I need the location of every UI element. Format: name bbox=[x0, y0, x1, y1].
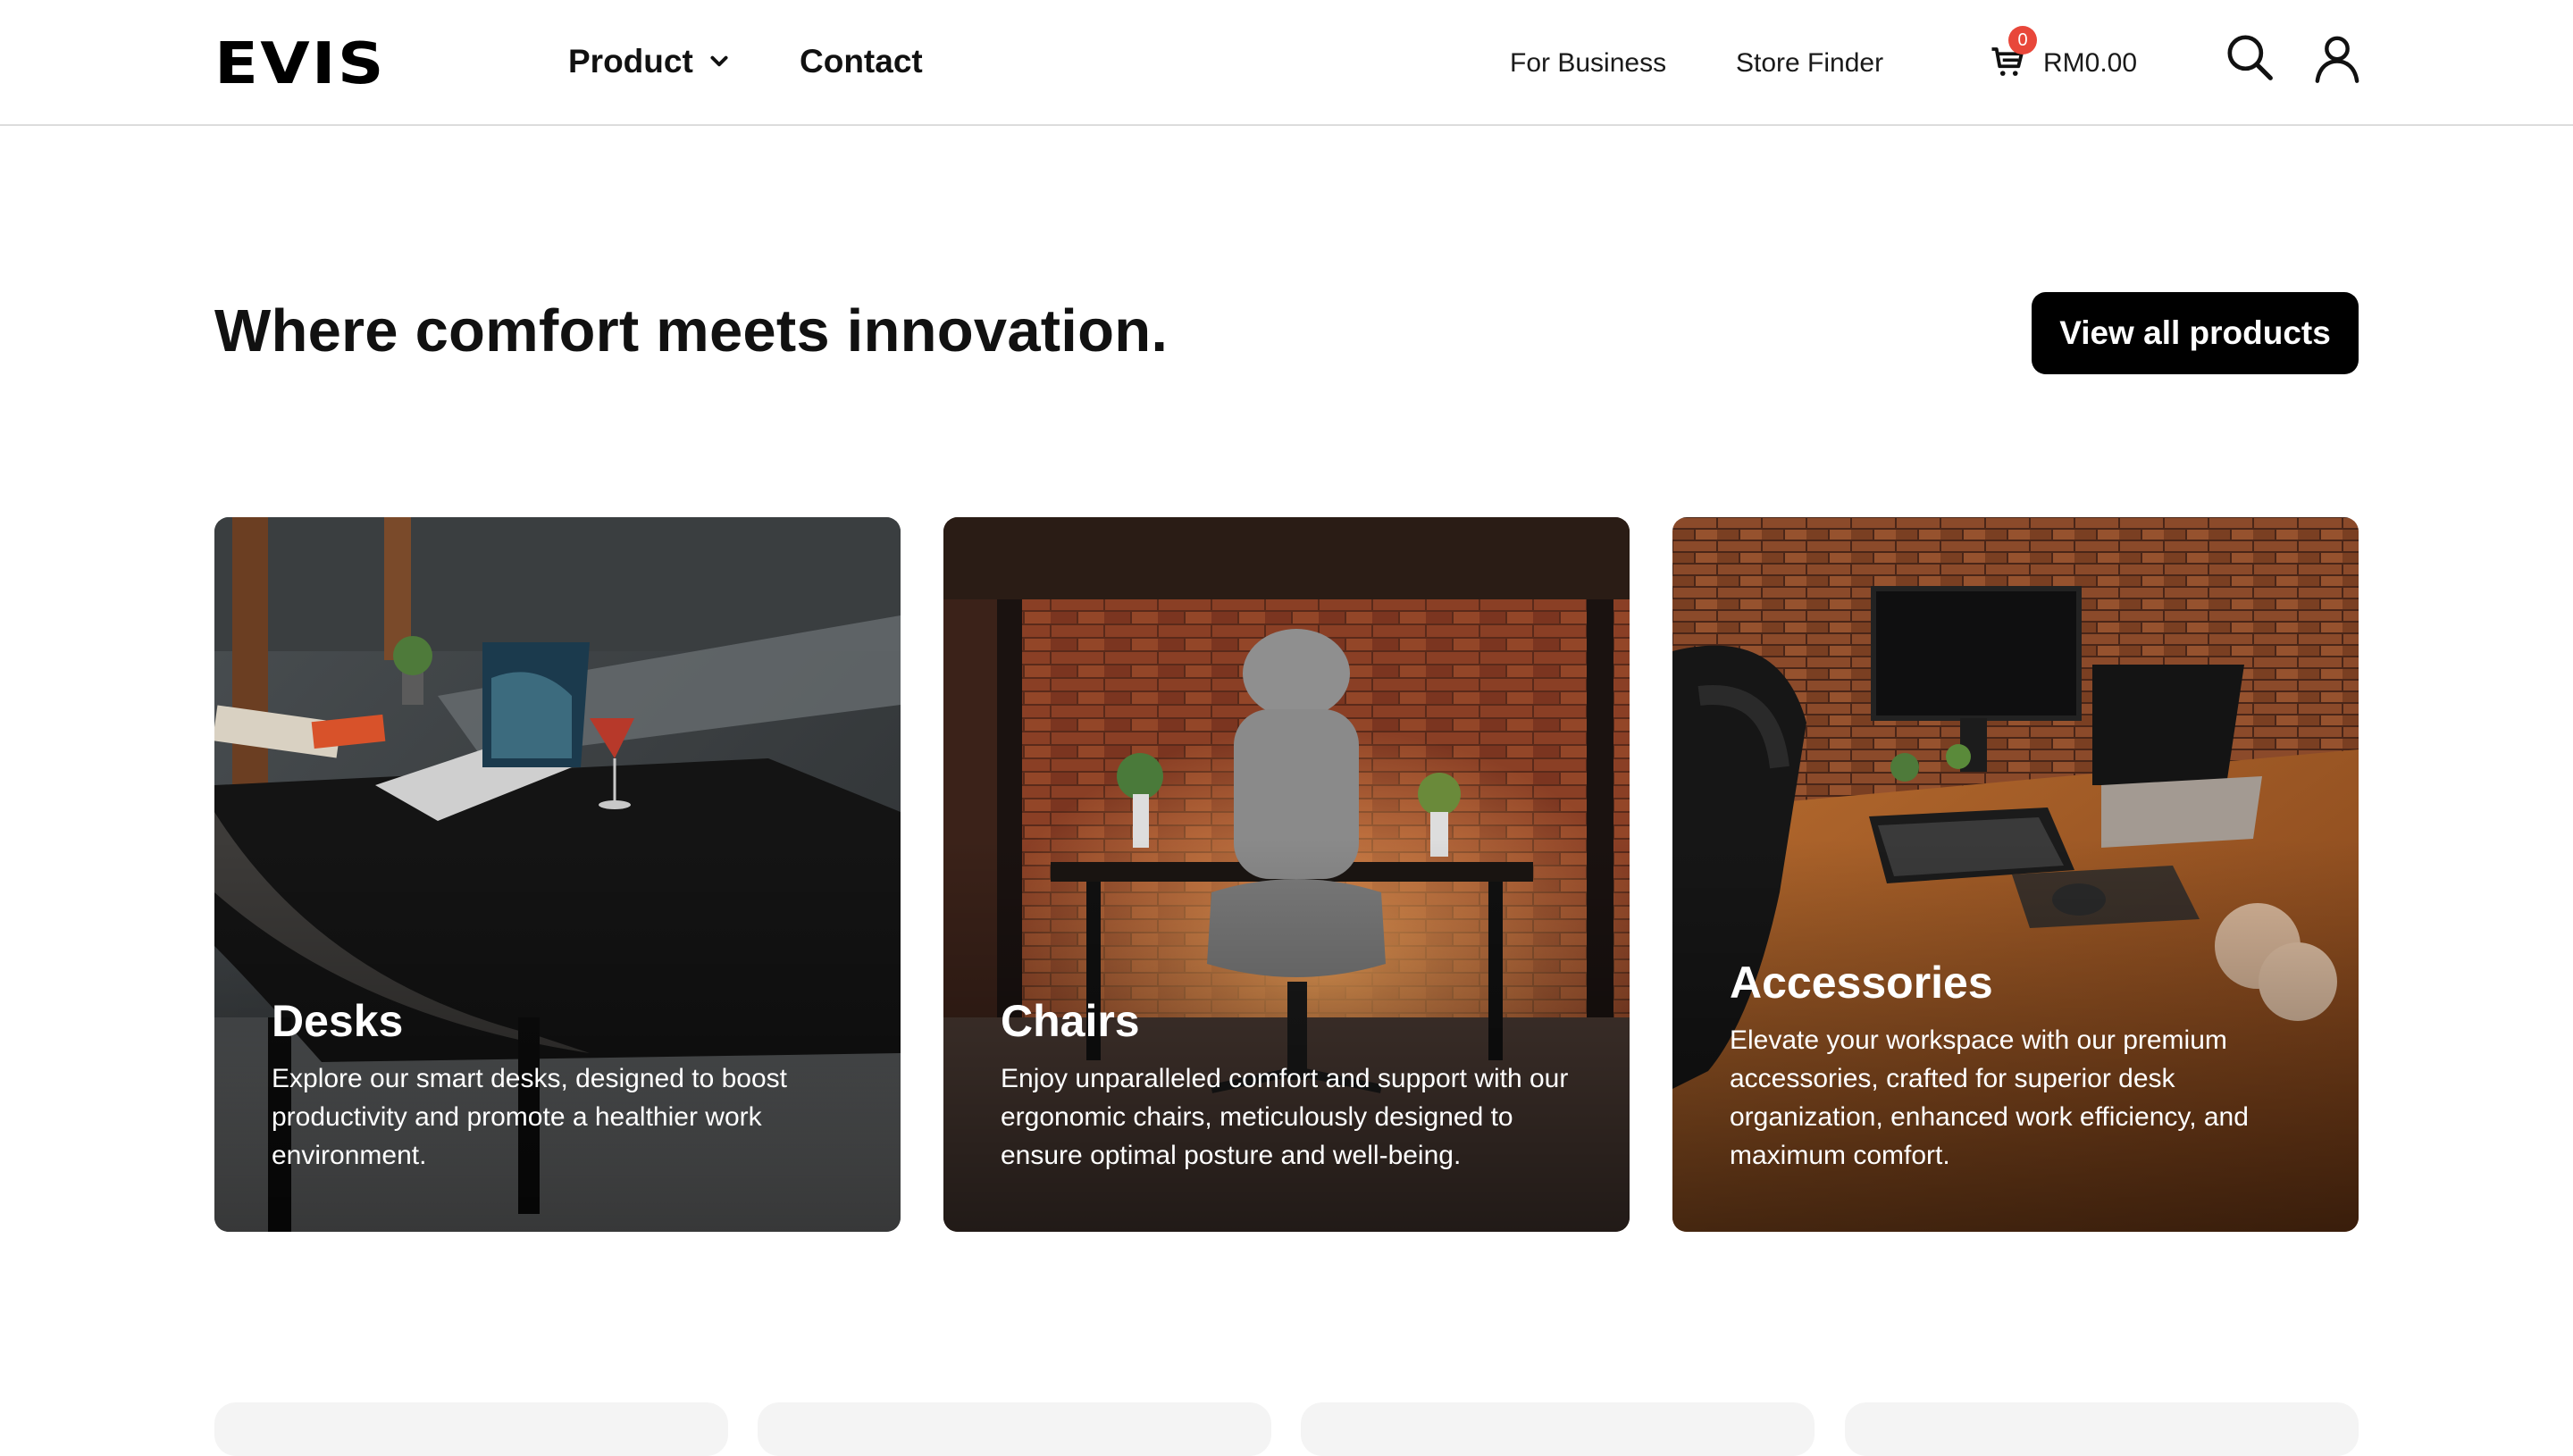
evis-logo[interactable]: EVIS bbox=[214, 36, 386, 93]
card-description: Elevate your workspace with our premium … bbox=[1730, 1025, 2249, 1170]
user-icon[interactable] bbox=[2312, 32, 2362, 84]
bottom-tile bbox=[1301, 1402, 1815, 1456]
bottom-tile bbox=[758, 1402, 1271, 1456]
bottom-tile bbox=[1845, 1402, 2359, 1456]
bottom-tile bbox=[214, 1402, 728, 1456]
nav-contact[interactable]: Contact bbox=[800, 39, 923, 84]
card-text-block: Chairs Enjoy unparalleled comfort and su… bbox=[1001, 995, 1572, 1175]
nav-store-finder[interactable]: Store Finder bbox=[1736, 43, 1883, 84]
nav-for-business[interactable]: For Business bbox=[1510, 43, 1666, 84]
chevron-down-icon bbox=[710, 55, 728, 67]
card-description: Enjoy unparalleled comfort and support w… bbox=[1001, 1064, 1569, 1170]
site-header: EVIS Product Contact For Business Store … bbox=[0, 0, 2573, 126]
card-title: Accessories bbox=[1730, 958, 1993, 1008]
category-card-accessories[interactable]: Accessories Elevate your workspace with … bbox=[1672, 517, 2359, 1232]
category-card-desks[interactable]: Desks Explore our smart desks, designed … bbox=[214, 517, 901, 1232]
view-all-products-button[interactable]: View all products bbox=[2032, 292, 2359, 374]
card-title: Chairs bbox=[1001, 996, 1140, 1046]
section-headline: Where comfort meets innovation. bbox=[214, 297, 1169, 364]
nav-product-label: Product bbox=[568, 43, 693, 79]
category-card-chairs[interactable]: Chairs Enjoy unparalleled comfort and su… bbox=[943, 517, 1630, 1232]
cart-count-badge: 0 bbox=[2008, 26, 2037, 54]
card-title: Desks bbox=[272, 996, 404, 1046]
card-text-block: Accessories Elevate your workspace with … bbox=[1730, 957, 2301, 1175]
nav-product[interactable]: Product bbox=[568, 39, 731, 84]
cart-total[interactable]: RM0.00 bbox=[2043, 43, 2137, 84]
search-icon[interactable] bbox=[2225, 32, 2275, 82]
card-text-block: Desks Explore our smart desks, designed … bbox=[272, 995, 843, 1175]
card-description: Explore our smart desks, designed to boo… bbox=[272, 1064, 787, 1170]
